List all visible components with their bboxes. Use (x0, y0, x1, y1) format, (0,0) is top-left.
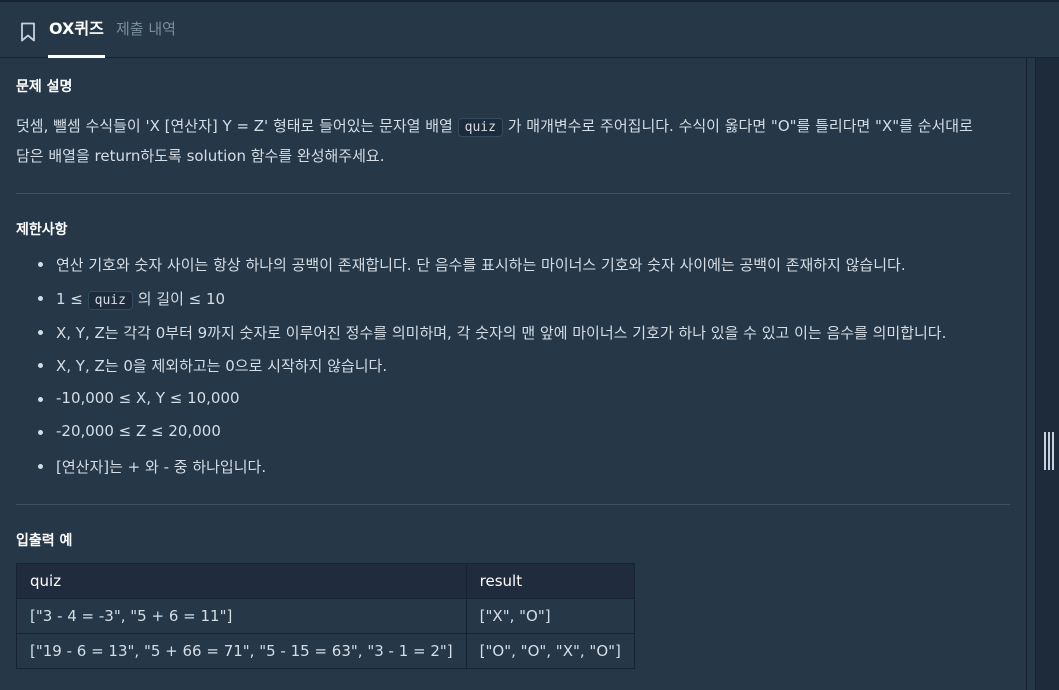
list-item-text: [연산자]는 + 와 - 중 하나입니다. (56, 458, 267, 476)
table-header-row: quiz result (16, 563, 635, 599)
examples-table: quiz result ["3 - 4 = -3", "5 + 6 = 11"]… (16, 563, 635, 669)
scrollbar[interactable] (1026, 58, 1036, 690)
quiz-code: quiz (457, 118, 503, 137)
problem-content: 문제 설명 덧셈, 뺄셈 수식들이 'X [연산자] Y = Z' 형태로 들어… (0, 58, 1026, 690)
description-text: 덧셈, 뺄셈 수식들이 'X [연산자] Y = Z' 형태로 들어있는 문자열… (16, 112, 1016, 170)
bullet-dot (38, 262, 43, 267)
table-row: ["3 - 4 = -3", "5 + 6 = 11"] ["X", "O"] (16, 598, 635, 634)
list-item: -10,000 ≤ X, Y ≤ 10,000 (16, 389, 240, 407)
list-item: [연산자]는 + 와 - 중 하나입니다. (16, 456, 266, 477)
list-item: 1 ≤ quiz 의 길이 ≤ 10 (16, 288, 226, 310)
examples-title: 입출력 예 (16, 533, 73, 549)
list-item: X, Y, Z는 각각 0부터 9까지 숫자로 이루어진 정수를 의미하며, 각… (16, 322, 946, 343)
list-item-text: X, Y, Z는 0을 제외하고는 0으로 시작하지 않습니다. (56, 357, 388, 375)
list-item: X, Y, Z는 0을 제외하고는 0으로 시작하지 않습니다. (16, 355, 387, 376)
table-row: ["19 - 6 = 13", "5 + 66 = 71", "5 - 15 =… (16, 633, 635, 669)
cell-result: ["X", "O"] (465, 598, 635, 634)
bullet-dot (38, 363, 43, 368)
description-title: 문제 설명 (16, 79, 73, 95)
list-item: 연산 기호와 숫자 사이는 항상 하나의 공백이 존재합니다. 단 음수를 표시… (16, 254, 906, 275)
divider (16, 504, 1010, 505)
tab-submission-history[interactable]: 제출 내역 (116, 2, 176, 58)
quiz-code: quiz (87, 291, 133, 310)
list-item-text: 연산 기호와 숫자 사이는 항상 하나의 공백이 존재합니다. 단 음수를 표시… (56, 256, 906, 274)
header-result: result (465, 563, 635, 599)
list-item: -20,000 ≤ Z ≤ 20,000 (16, 422, 221, 440)
bullet-dot (38, 430, 43, 435)
description-line2: 담은 배열을 return하도록 solution 함수를 완성해주세요. (16, 147, 385, 165)
list-item-text: X, Y, Z는 각각 0부터 9까지 숫자로 이루어진 정수를 의미하며, 각… (56, 324, 947, 342)
description-line1-pre: 덧셈, 뺄셈 수식들이 'X [연산자] Y = Z' 형태로 들어있는 문자열… (16, 117, 458, 135)
cell-result: ["O", "O", "X", "O"] (465, 633, 635, 669)
bullet-dot (38, 464, 43, 469)
constraints-title: 제한사항 (16, 222, 68, 238)
length-post: 의 길이 ≤ 10 (132, 290, 226, 308)
resize-handle-icon[interactable] (1043, 432, 1055, 470)
editor-panel-edge (1036, 58, 1059, 690)
header-quiz: quiz (16, 563, 467, 599)
cell-quiz: ["19 - 6 = 13", "5 + 66 = 71", "5 - 15 =… (16, 633, 467, 669)
tab-bar: OX퀴즈 제출 내역 (0, 2, 1059, 58)
description-line1-post: 가 매개변수로 주어집니다. 수식이 옳다면 "O"를 틀리다면 "X"를 순서… (502, 117, 973, 135)
tab-ox-quiz[interactable]: OX퀴즈 (48, 2, 105, 58)
cell-quiz: ["3 - 4 = -3", "5 + 6 = 11"] (16, 598, 467, 634)
list-item-text: -10,000 ≤ X, Y ≤ 10,000 (56, 389, 240, 407)
bullet-dot (38, 296, 43, 301)
list-item-text: -20,000 ≤ Z ≤ 20,000 (56, 422, 221, 440)
bullet-dot (38, 397, 43, 402)
length-pre: 1 ≤ (56, 290, 88, 308)
bookmark-icon[interactable] (19, 22, 37, 42)
divider (16, 193, 1010, 194)
bullet-dot (38, 330, 43, 335)
